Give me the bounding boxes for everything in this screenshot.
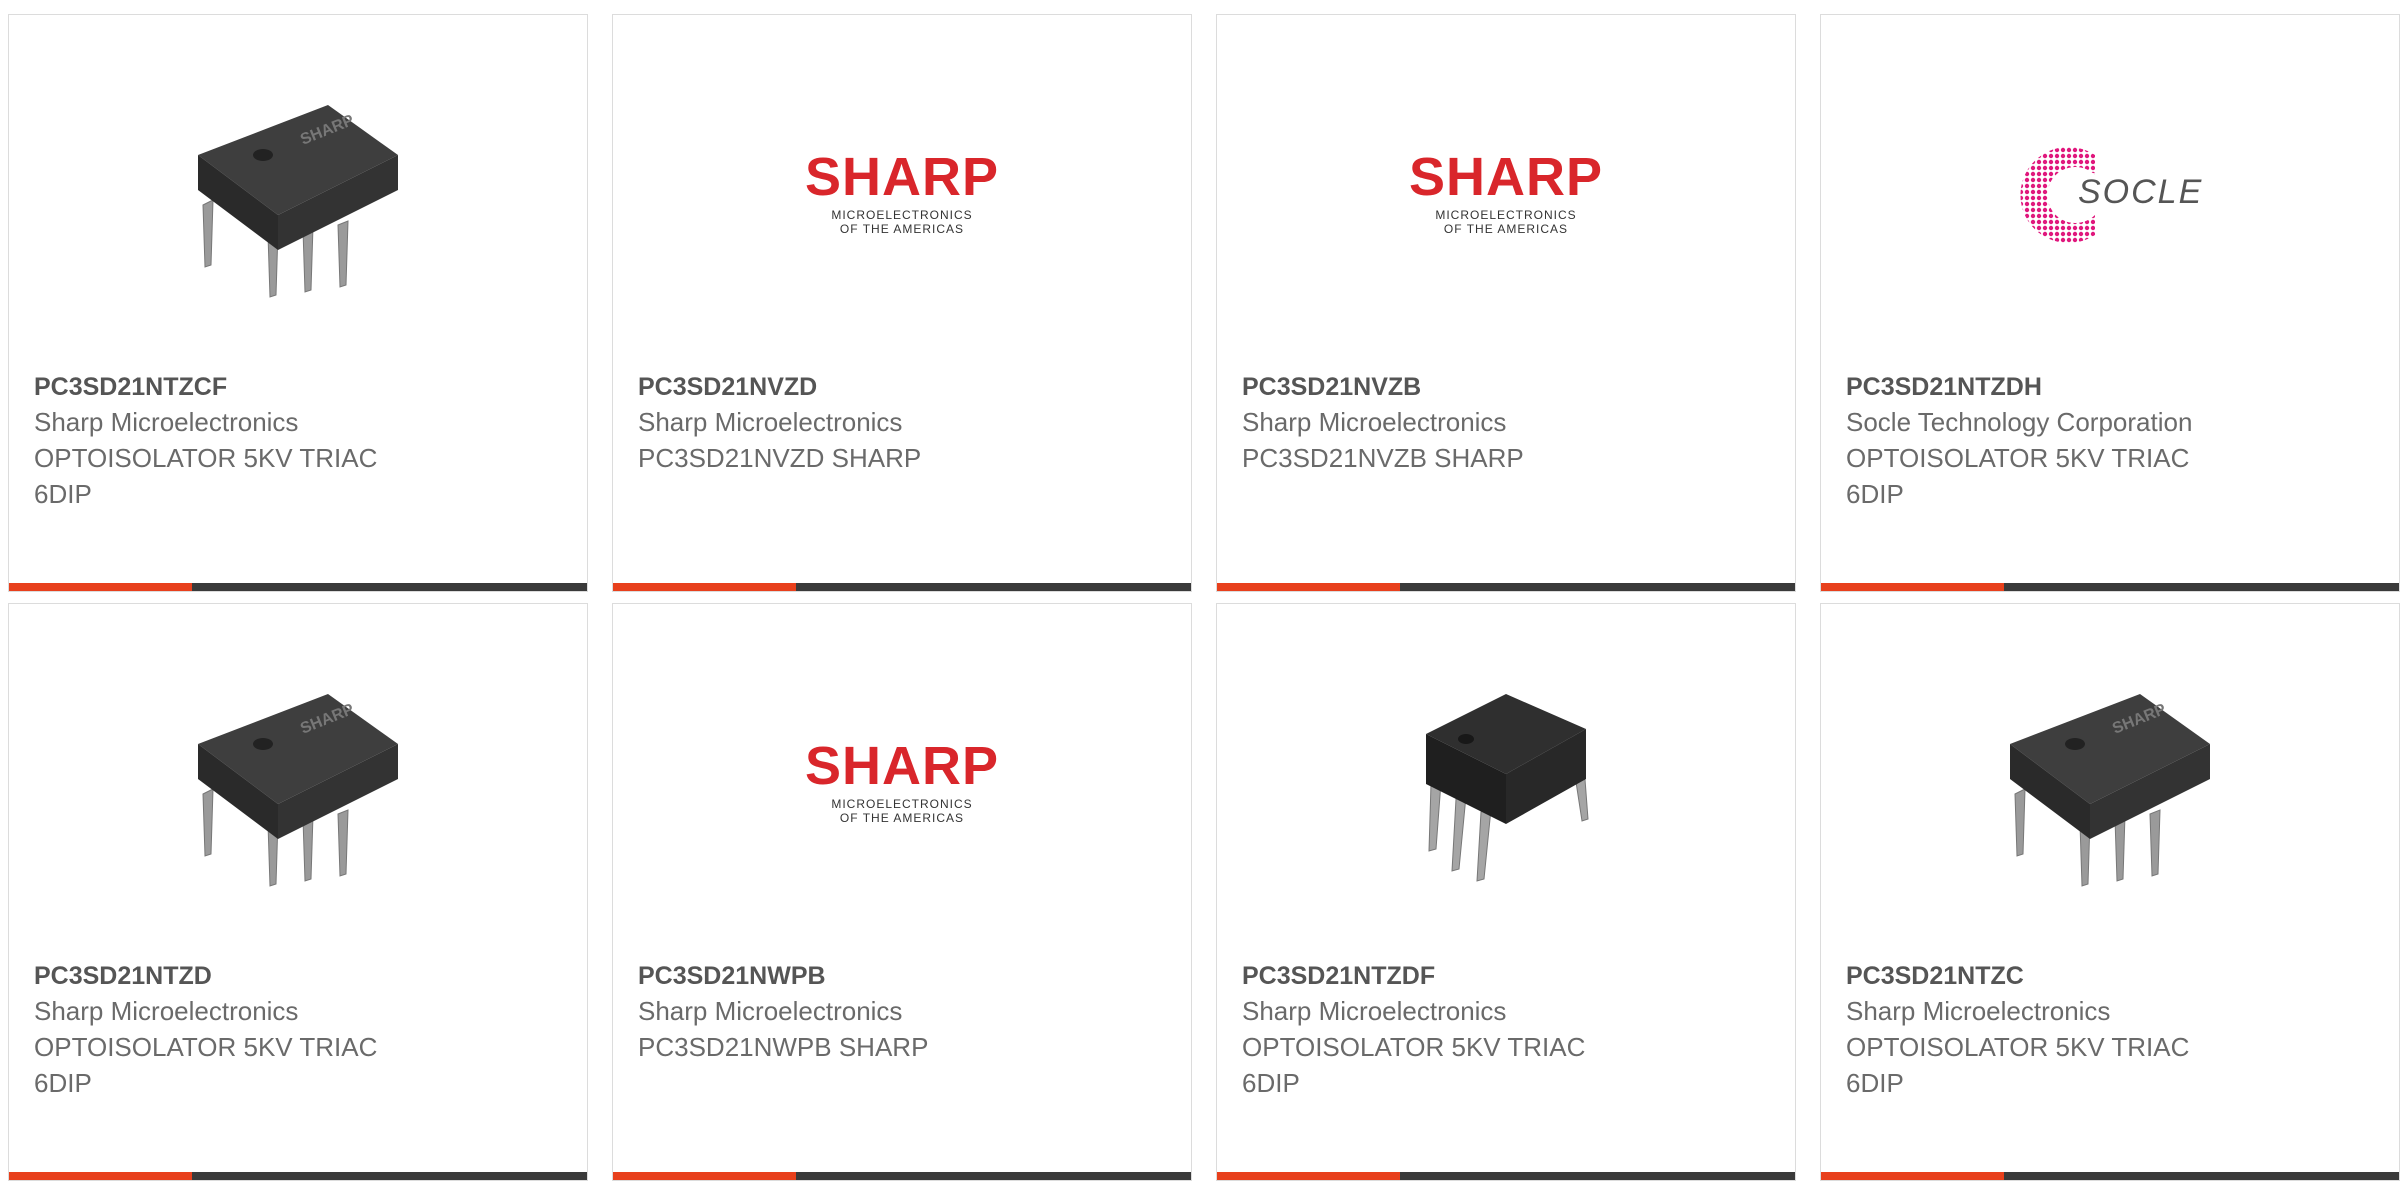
product-image: SHARP: [9, 654, 587, 914]
description: PC3SD21NVZB SHARP: [1242, 443, 1524, 473]
package: 6DIP: [1242, 1068, 1300, 1098]
svg-text:SHARP: SHARP: [805, 147, 999, 207]
description: OPTOISOLATOR 5KV TRIAC: [34, 1032, 378, 1062]
card-accent-bar: [613, 583, 1191, 591]
card-accent-bar: [613, 1172, 1191, 1180]
svg-text:MICROELECTRONICS: MICROELECTRONICS: [831, 208, 972, 222]
package: 6DIP: [1846, 1068, 1904, 1098]
manufacturer: Sharp Microelectronics: [638, 996, 903, 1026]
product-card[interactable]: SHARP PC3SD21NTZC Sharp Microelectronics…: [1820, 603, 2400, 1181]
svg-text:SHARP: SHARP: [1409, 147, 1603, 207]
part-number[interactable]: PC3SD21NTZC: [1846, 959, 2379, 993]
product-image: SHARP: [1821, 654, 2399, 914]
socle-logo: SOCLE: [2020, 147, 2205, 243]
svg-text:SHARP: SHARP: [805, 736, 999, 796]
product-image: SHARP MICROELECTRONICS OF THE AMERICAS: [613, 654, 1191, 914]
manufacturer: Sharp Microelectronics: [1242, 407, 1507, 437]
product-card[interactable]: SHARP MICROELECTRONICS OF THE AMERICAS P…: [612, 14, 1192, 592]
manufacturer: Sharp Microelectronics: [1846, 996, 2111, 1026]
product-image: [1217, 654, 1795, 914]
sharp-logo: SHARP MICROELECTRONICS OF THE AMERICAS: [1409, 147, 1603, 236]
product-card[interactable]: SHARP PC3SD21NTZCF Sharp Microelectronic…: [8, 14, 588, 592]
svg-text:OF THE AMERICAS: OF THE AMERICAS: [840, 222, 964, 236]
product-card[interactable]: SHARP PC3SD21NTZD Sharp Microelectronics…: [8, 603, 588, 1181]
manufacturer: Sharp Microelectronics: [34, 996, 299, 1026]
part-number[interactable]: PC3SD21NTZCF: [34, 370, 567, 404]
product-card[interactable]: SHARP MICROELECTRONICS OF THE AMERICAS P…: [612, 603, 1192, 1181]
part-number[interactable]: PC3SD21NWPB: [638, 959, 1171, 993]
part-number[interactable]: PC3SD21NTZDF: [1242, 959, 1775, 993]
card-accent-bar: [1217, 583, 1795, 591]
package: 6DIP: [34, 1068, 92, 1098]
manufacturer: Sharp Microelectronics: [638, 407, 903, 437]
product-card[interactable]: SOCLE PC3SD21NTZDH Socle Technology Corp…: [1820, 14, 2400, 592]
description: PC3SD21NVZD SHARP: [638, 443, 922, 473]
description: OPTOISOLATOR 5KV TRIAC: [1242, 1032, 1586, 1062]
card-accent-bar: [9, 583, 587, 591]
product-image: SOCLE: [1821, 65, 2399, 325]
product-image: SHARP: [9, 65, 587, 325]
svg-text:MICROELECTRONICS: MICROELECTRONICS: [831, 797, 972, 811]
part-number[interactable]: PC3SD21NTZD: [34, 959, 567, 993]
manufacturer: Socle Technology Corporation: [1846, 407, 2193, 437]
product-image: SHARP MICROELECTRONICS OF THE AMERICAS: [1217, 65, 1795, 325]
card-accent-bar: [1217, 1172, 1795, 1180]
description: OPTOISOLATOR 5KV TRIAC: [1846, 1032, 2190, 1062]
svg-text:OF THE AMERICAS: OF THE AMERICAS: [840, 811, 964, 825]
sharp-logo: SHARP MICROELECTRONICS OF THE AMERICAS: [805, 736, 999, 825]
description: OPTOISOLATOR 5KV TRIAC: [34, 443, 378, 473]
sharp-logo: SHARP MICROELECTRONICS OF THE AMERICAS: [805, 147, 999, 236]
part-number[interactable]: PC3SD21NVZD: [638, 370, 1171, 404]
description: PC3SD21NWPB SHARP: [638, 1032, 929, 1062]
card-accent-bar: [1821, 1172, 2399, 1180]
product-image: SHARP MICROELECTRONICS OF THE AMERICAS: [613, 65, 1191, 325]
manufacturer: Sharp Microelectronics: [34, 407, 299, 437]
card-accent-bar: [9, 1172, 587, 1180]
part-number[interactable]: PC3SD21NVZB: [1242, 370, 1775, 404]
card-accent-bar: [1821, 583, 2399, 591]
manufacturer: Sharp Microelectronics: [1242, 996, 1507, 1026]
svg-text:MICROELECTRONICS: MICROELECTRONICS: [1435, 208, 1576, 222]
product-card[interactable]: SHARP MICROELECTRONICS OF THE AMERICAS P…: [1216, 14, 1796, 592]
product-card[interactable]: PC3SD21NTZDF Sharp Microelectronics OPTO…: [1216, 603, 1796, 1181]
description: OPTOISOLATOR 5KV TRIAC: [1846, 443, 2190, 473]
package: 6DIP: [1846, 479, 1904, 509]
svg-text:SOCLE: SOCLE: [2078, 173, 2203, 211]
part-number[interactable]: PC3SD21NTZDH: [1846, 370, 2379, 404]
package: 6DIP: [34, 479, 92, 509]
svg-text:OF THE AMERICAS: OF THE AMERICAS: [1444, 222, 1568, 236]
